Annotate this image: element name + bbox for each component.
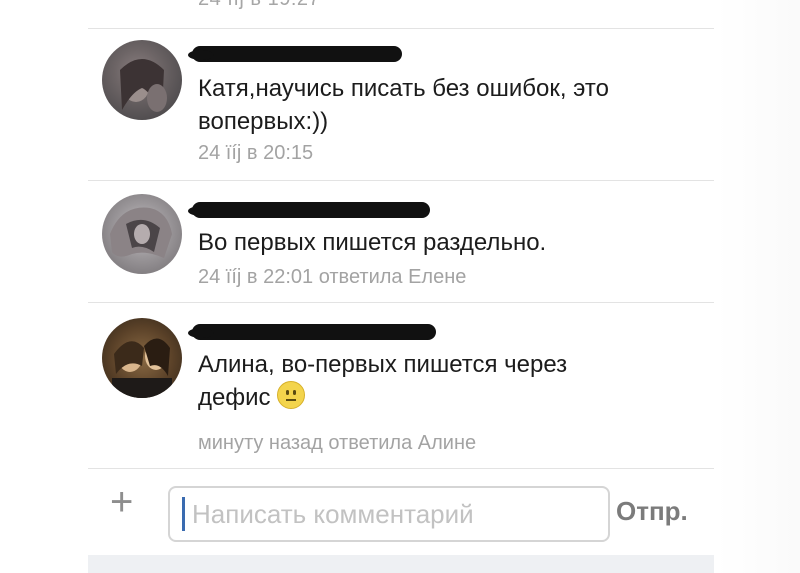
text-caret [182, 497, 185, 531]
avatar[interactable] [102, 318, 182, 398]
comment-divider [88, 468, 714, 469]
comment-composer: + Написать комментарий Отпр. [0, 470, 800, 554]
comment-text: Во первых пишется раздельно. [198, 229, 547, 256]
bottom-bar [88, 555, 714, 573]
comment-meta: 24 ïíj в 20:15 [198, 142, 314, 164]
avatar[interactable] [102, 194, 182, 274]
comments-screen: 24 ïíj в 19:27 Катя,научись писать без о… [0, 0, 800, 573]
comment-meta: минуту назад ответила Алине [198, 432, 477, 454]
author-name-redacted[interactable] [188, 324, 436, 340]
plus-icon[interactable]: + [110, 480, 133, 525]
avatar-photo [110, 207, 172, 258]
comment-meta: 24 ïíj в 22:01 ответила Елене [198, 266, 467, 288]
comment-divider [88, 28, 714, 29]
author-name-redacted[interactable] [188, 202, 430, 218]
comment-text-body: Алина, во-первых пишется через дефис [198, 351, 568, 411]
send-button[interactable]: Отпр. [616, 496, 688, 527]
comment-input-placeholder: Написать комментарий [192, 499, 474, 529]
previous-comment-time: 24 ïíj в 19:27 [198, 0, 320, 11]
avatar[interactable] [102, 40, 182, 120]
neutral-face-icon [276, 381, 305, 409]
comment-divider [88, 302, 714, 303]
author-name-redacted[interactable] [188, 46, 402, 62]
comment-divider [88, 180, 714, 181]
avatar-photo [112, 338, 172, 398]
comment-text: Алина, во-первых пишется через дефис [198, 348, 638, 414]
comment-text: Катя,научись писать без ошибок, это вопе… [198, 75, 609, 135]
avatar-photo [120, 59, 167, 112]
comment-input[interactable]: Написать комментарий [168, 486, 610, 542]
